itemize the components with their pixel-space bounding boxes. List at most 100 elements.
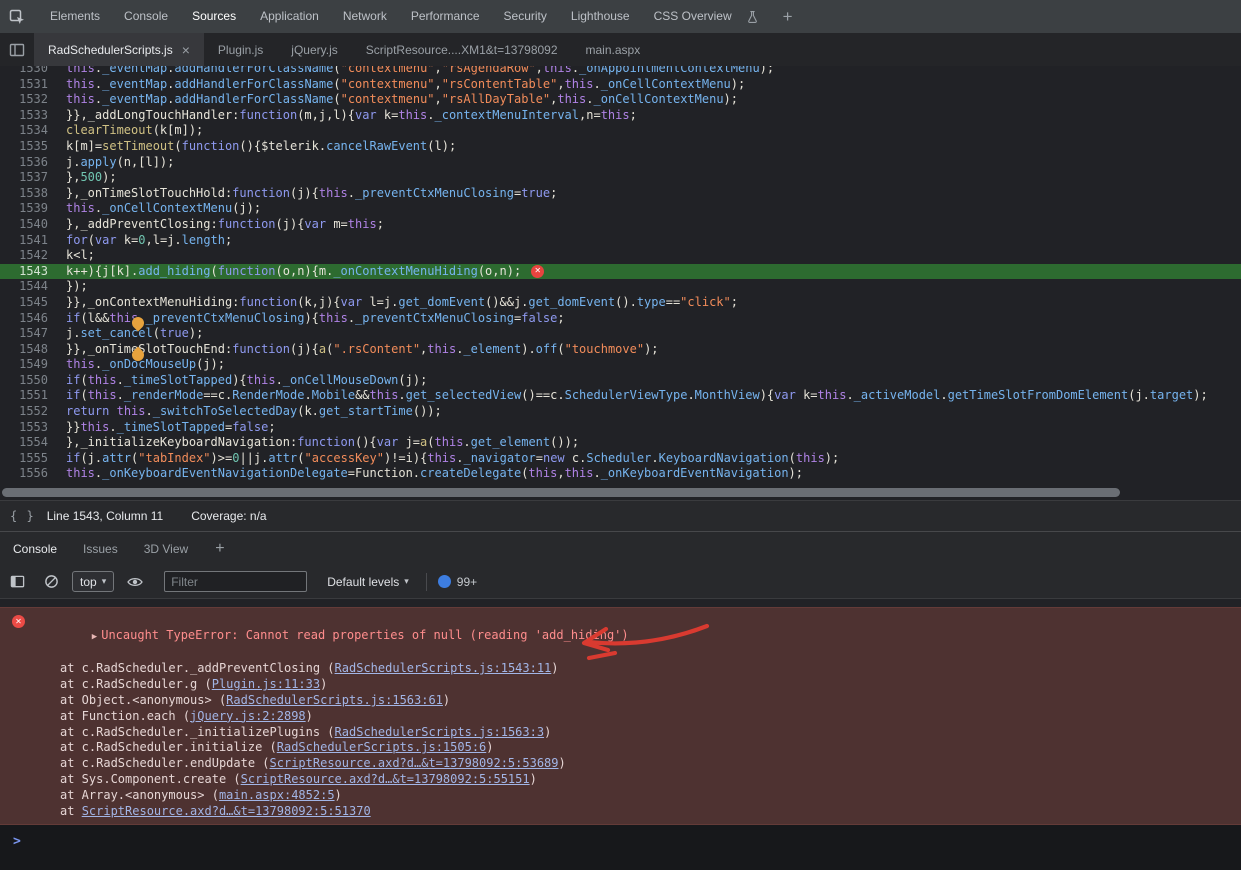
- line-number[interactable]: 1539: [0, 201, 58, 217]
- expand-triangle-icon[interactable]: ▶: [92, 632, 97, 642]
- file-tab-radschedulerscripts-js[interactable]: RadSchedulerScripts.js×: [34, 33, 204, 66]
- line-number[interactable]: 1538: [0, 186, 58, 202]
- code-text[interactable]: }}this._timeSlotTapped=false;: [58, 420, 276, 436]
- experiments-indicator: [746, 10, 759, 24]
- main-tab-elements[interactable]: Elements: [38, 0, 112, 33]
- stack-link[interactable]: RadSchedulerScripts.js:1543:11: [335, 661, 552, 675]
- line-number[interactable]: 1546: [0, 311, 58, 327]
- line-number[interactable]: 1552: [0, 404, 58, 420]
- stack-link[interactable]: ScriptResource.axd?d…&t=13798092:5:53689: [270, 756, 559, 770]
- log-levels-dropdown[interactable]: Default levels ▾: [327, 575, 409, 589]
- pretty-print-icon[interactable]: { }: [10, 509, 35, 523]
- clear-console-button[interactable]: [38, 574, 64, 589]
- code-editor[interactable]: 1530this._eventMap.addHandlerForClassNam…: [0, 66, 1241, 500]
- code-text[interactable]: k<l;: [58, 248, 95, 264]
- main-tab-network[interactable]: Network: [331, 0, 399, 33]
- file-tab-main-aspx[interactable]: main.aspx: [572, 33, 655, 66]
- code-text[interactable]: for(var k=0,l=j.length;: [58, 233, 232, 249]
- line-number[interactable]: 1544: [0, 279, 58, 295]
- code-text[interactable]: this._onCellContextMenu(j);: [58, 201, 261, 217]
- line-number[interactable]: 1543: [0, 264, 58, 280]
- line-number[interactable]: 1534: [0, 123, 58, 139]
- line-number[interactable]: 1555: [0, 451, 58, 467]
- stack-link[interactable]: ScriptResource.axd?d…&t=13798092:5:55151: [241, 772, 530, 786]
- code-text[interactable]: }},_addLongTouchHandler:function(m,j,l){…: [58, 108, 637, 124]
- main-tab-css-overview[interactable]: CSS Overview: [642, 0, 744, 33]
- more-panels-button[interactable]: +: [783, 7, 793, 27]
- line-number[interactable]: 1536: [0, 155, 58, 171]
- main-tab-performance[interactable]: Performance: [399, 0, 492, 33]
- horizontal-scrollbar[interactable]: [2, 488, 1120, 497]
- line-number[interactable]: 1530: [0, 66, 58, 77]
- code-text[interactable]: if(this._renderMode==c.RenderMode.Mobile…: [58, 388, 1208, 404]
- close-tab-icon[interactable]: ×: [182, 43, 190, 57]
- line-number[interactable]: 1533: [0, 108, 58, 124]
- line-number[interactable]: 1550: [0, 373, 58, 389]
- line-number[interactable]: 1556: [0, 466, 58, 482]
- file-tab-jquery-js[interactable]: jQuery.js: [277, 33, 351, 66]
- line-number[interactable]: 1553: [0, 420, 58, 436]
- stack-link[interactable]: RadSchedulerScripts.js:1505:6: [277, 740, 487, 754]
- line-number[interactable]: 1531: [0, 77, 58, 93]
- code-text[interactable]: this._eventMap.addHandlerForClassName("c…: [58, 77, 745, 93]
- live-expression-button[interactable]: [122, 576, 148, 588]
- code-text[interactable]: clearTimeout(k[m]);: [58, 123, 203, 139]
- more-tools-button[interactable]: +: [215, 540, 224, 558]
- code-text[interactable]: });: [58, 279, 88, 295]
- main-tab-security[interactable]: Security: [492, 0, 559, 33]
- line-number[interactable]: 1540: [0, 217, 58, 233]
- main-tab-application[interactable]: Application: [248, 0, 331, 33]
- main-tab-console[interactable]: Console: [112, 0, 180, 33]
- code-text[interactable]: k[m]=setTimeout(function(){$telerik.canc…: [58, 139, 456, 155]
- code-text[interactable]: j.set_cancel(true);: [58, 326, 203, 342]
- code-text[interactable]: this._onKeyboardEventNavigationDelegate=…: [58, 466, 803, 482]
- code-text[interactable]: },_onTimeSlotTouchHold:function(j){this.…: [58, 186, 557, 202]
- code-text[interactable]: },500);: [58, 170, 117, 186]
- file-tab-plugin-js[interactable]: Plugin.js: [204, 33, 277, 66]
- stack-link[interactable]: RadSchedulerScripts.js:1563:3: [335, 725, 545, 739]
- main-tab-sources[interactable]: Sources: [180, 0, 248, 33]
- code-text[interactable]: this._eventMap.addHandlerForClassName("c…: [58, 66, 774, 77]
- drawer-tab-issues[interactable]: Issues: [83, 532, 118, 566]
- stack-link[interactable]: jQuery.js:2:2898: [190, 709, 306, 723]
- code-text[interactable]: },_addPreventClosing:function(j){var m=t…: [58, 217, 384, 233]
- stack-link[interactable]: Plugin.js:11:33: [212, 677, 320, 691]
- code-text[interactable]: },_initializeKeyboardNavigation:function…: [58, 435, 579, 451]
- code-text[interactable]: }},_onContextMenuHiding:function(k,j){va…: [58, 295, 738, 311]
- line-number[interactable]: 1554: [0, 435, 58, 451]
- line-number[interactable]: 1551: [0, 388, 58, 404]
- stack-link[interactable]: ScriptResource.axd?d…&t=13798092:5:51370: [82, 804, 371, 818]
- main-tab-lighthouse[interactable]: Lighthouse: [559, 0, 642, 33]
- file-tab-scriptresource-xm1-t-13798092[interactable]: ScriptResource....XM1&t=13798092: [352, 33, 572, 66]
- issues-counter[interactable]: 99+: [438, 575, 477, 589]
- line-number[interactable]: 1549: [0, 357, 58, 373]
- javascript-context-selector[interactable]: top ▾: [72, 571, 114, 592]
- drawer-tab-console[interactable]: Console: [13, 532, 57, 566]
- line-number[interactable]: 1548: [0, 342, 58, 358]
- console-filter-input[interactable]: [164, 571, 307, 592]
- stack-link[interactable]: RadSchedulerScripts.js:1563:61: [226, 693, 443, 707]
- navigator-toggle-button[interactable]: [0, 33, 34, 66]
- line-number[interactable]: 1542: [0, 248, 58, 264]
- line-number[interactable]: 1535: [0, 139, 58, 155]
- line-number[interactable]: 1541: [0, 233, 58, 249]
- code-text[interactable]: j.apply(n,[l]);: [58, 155, 174, 171]
- code-line: 1552return this._switchToSelectedDay(k.g…: [0, 404, 1241, 420]
- code-text[interactable]: if(this._timeSlotTapped){this._onCellMou…: [58, 373, 427, 389]
- code-text[interactable]: k++){j[k].add_hiding(function(o,n){m._on…: [58, 264, 521, 280]
- code-text[interactable]: if(j.attr("tabIndex")>=0||j.attr("access…: [58, 451, 839, 467]
- drawer-tab-3d-view[interactable]: 3D View: [144, 532, 188, 566]
- code-text[interactable]: }},_onTimeSlotTouchEnd:function(j){a(".r…: [58, 342, 659, 358]
- error-message-row[interactable]: ▶Uncaught TypeError: Cannot read propert…: [0, 612, 1241, 661]
- console-prompt[interactable]: >: [0, 834, 1241, 849]
- line-number[interactable]: 1537: [0, 170, 58, 186]
- code-text[interactable]: this._eventMap.addHandlerForClassName("c…: [58, 92, 738, 108]
- line-number[interactable]: 1532: [0, 92, 58, 108]
- line-number[interactable]: 1545: [0, 295, 58, 311]
- stack-link[interactable]: main.aspx:4852:5: [219, 788, 335, 802]
- line-number[interactable]: 1547: [0, 326, 58, 342]
- inspect-element-button[interactable]: [0, 0, 34, 33]
- console-sidebar-toggle-button[interactable]: [4, 574, 30, 589]
- prompt-chevron-icon: >: [13, 834, 21, 849]
- code-text[interactable]: return this._switchToSelectedDay(k.get_s…: [58, 404, 442, 420]
